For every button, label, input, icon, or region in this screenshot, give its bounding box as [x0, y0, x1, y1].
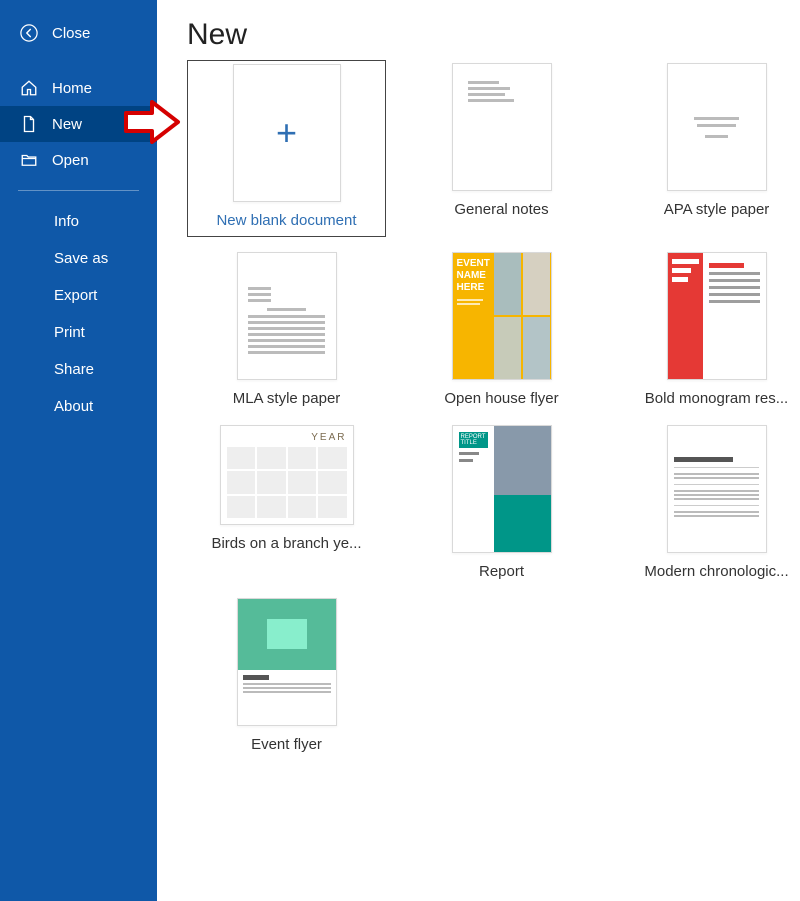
template-thumbnail: + — [233, 64, 341, 202]
backstage-sidebar: Close Home New Open Info Save as Export … — [0, 0, 157, 901]
template-label: Event flyer — [251, 736, 322, 753]
template-mla-paper[interactable]: MLA style paper — [187, 249, 386, 410]
nav-label: Home — [52, 80, 92, 97]
nav-item-open[interactable]: Open — [0, 142, 157, 178]
template-event-flyer[interactable]: Event flyer — [187, 595, 386, 756]
sidebar-divider — [18, 190, 139, 191]
template-grid: + New blank document General notes — [187, 60, 800, 756]
back-arrow-icon — [20, 24, 38, 42]
home-icon — [20, 79, 38, 97]
template-label: New blank document — [216, 212, 356, 229]
template-label: MLA style paper — [233, 390, 341, 407]
template-label: Open house flyer — [444, 390, 558, 407]
nav-label: New — [52, 116, 82, 133]
template-birds-branch-calendar[interactable]: YEAR Birds on a branch ye... — [187, 422, 386, 583]
subnav-item-share[interactable]: Share — [0, 351, 157, 388]
subnav-item-export[interactable]: Export — [0, 277, 157, 314]
template-thumbnail — [667, 63, 767, 191]
template-label: Birds on a branch ye... — [211, 535, 361, 552]
template-blank-document[interactable]: + New blank document — [187, 60, 386, 237]
main-content: New + New blank document General notes — [157, 0, 800, 901]
template-thumbnail — [667, 252, 767, 380]
template-thumbnail — [237, 598, 337, 726]
template-open-house-flyer[interactable]: EVENTNAMEHERE Open house flyer — [402, 249, 601, 410]
template-thumbnail: YEAR — [220, 425, 354, 525]
template-thumbnail — [452, 63, 552, 191]
open-folder-icon — [20, 151, 38, 169]
subnav-label: Info — [54, 213, 79, 230]
template-thumbnail — [667, 425, 767, 553]
close-label: Close — [52, 25, 90, 42]
template-general-notes[interactable]: General notes — [402, 60, 601, 237]
primary-nav: Home New Open — [0, 70, 157, 178]
subnav-item-about[interactable]: About — [0, 388, 157, 425]
subnav-label: About — [54, 398, 93, 415]
nav-item-new[interactable]: New — [0, 106, 157, 142]
template-bold-monogram-resume[interactable]: Bold monogram res... — [617, 249, 800, 410]
nav-label: Open — [52, 152, 89, 169]
template-thumbnail: EVENTNAMEHERE — [452, 252, 552, 380]
close-button[interactable]: Close — [0, 18, 157, 48]
plus-icon: + — [276, 112, 297, 154]
subnav-item-info[interactable]: Info — [0, 203, 157, 240]
subnav-label: Export — [54, 287, 97, 304]
template-label: Modern chronologic... — [644, 563, 788, 580]
page-title: New — [187, 18, 800, 52]
template-label: Report — [479, 563, 524, 580]
secondary-nav: Info Save as Export Print Share About — [0, 203, 157, 425]
template-report[interactable]: REPORT TITLE Report — [402, 422, 601, 583]
template-label: General notes — [454, 201, 548, 218]
template-label: Bold monogram res... — [645, 390, 788, 407]
subnav-item-save-as[interactable]: Save as — [0, 240, 157, 277]
template-label: APA style paper — [664, 201, 770, 218]
new-doc-icon — [20, 115, 38, 133]
subnav-label: Share — [54, 361, 94, 378]
template-modern-chronological-resume[interactable]: Modern chronologic... — [617, 422, 800, 583]
template-thumbnail — [237, 252, 337, 380]
nav-item-home[interactable]: Home — [0, 70, 157, 106]
template-apa-paper[interactable]: APA style paper — [617, 60, 800, 237]
template-thumbnail: REPORT TITLE — [452, 425, 552, 553]
subnav-item-print[interactable]: Print — [0, 314, 157, 351]
subnav-label: Print — [54, 324, 85, 341]
subnav-label: Save as — [54, 250, 108, 267]
